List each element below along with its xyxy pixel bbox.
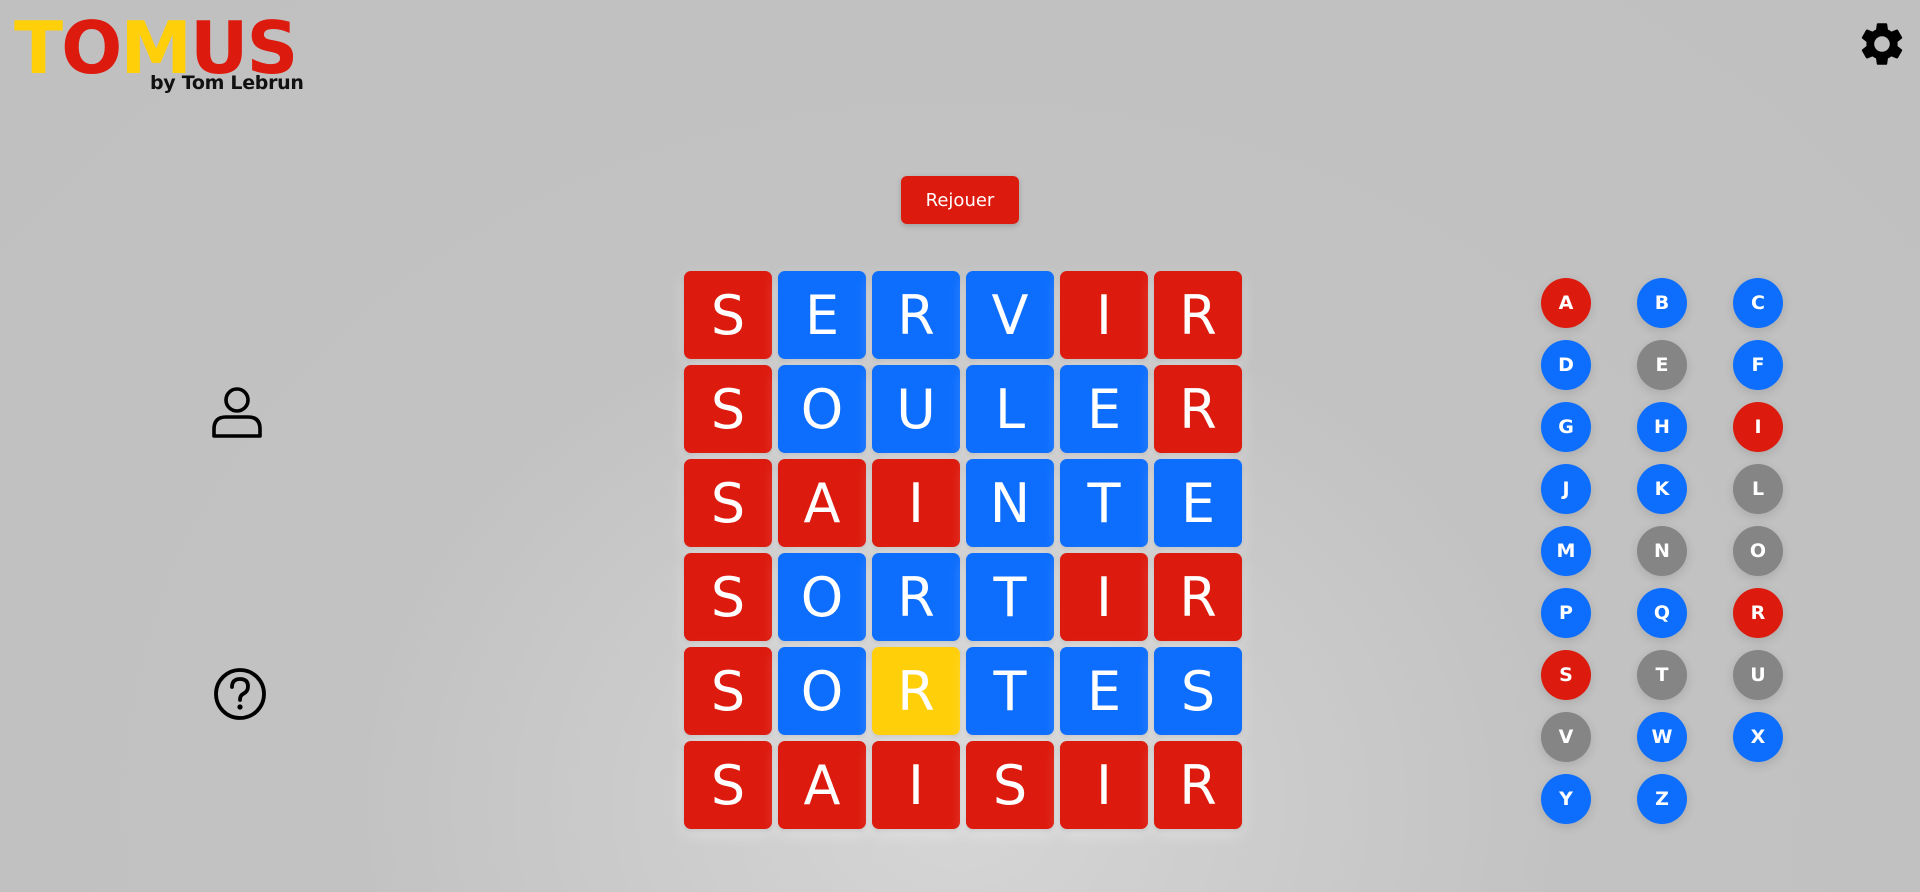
key-x[interactable]: X (1733, 712, 1783, 762)
grid-cell: R (1154, 271, 1242, 359)
key-s[interactable]: S (1541, 650, 1591, 700)
key-r[interactable]: R (1733, 588, 1783, 638)
key-n[interactable]: N (1637, 526, 1687, 576)
grid-cell: R (872, 553, 960, 641)
key-z[interactable]: Z (1637, 774, 1687, 824)
grid-cell: A (778, 741, 866, 829)
app-logo: TOMUS by Tom Lebrun (14, 6, 314, 96)
key-k[interactable]: K (1637, 464, 1687, 514)
key-w[interactable]: W (1637, 712, 1687, 762)
grid-cell: S (684, 365, 772, 453)
key-e[interactable]: E (1637, 340, 1687, 390)
grid-cell: I (872, 741, 960, 829)
key-h[interactable]: H (1637, 402, 1687, 452)
grid-cell: I (872, 459, 960, 547)
key-g[interactable]: G (1541, 402, 1591, 452)
letter-keyboard: ABC DEF GHI JKL MNO PQR STU VWX YZ (1541, 278, 1783, 824)
grid-cell: L (966, 365, 1054, 453)
grid-cell: S (684, 647, 772, 735)
replay-button[interactable]: Rejouer (901, 176, 1019, 224)
key-o[interactable]: O (1733, 526, 1783, 576)
key-f[interactable]: F (1733, 340, 1783, 390)
grid-cell: E (778, 271, 866, 359)
logo-byline: by Tom Lebrun (150, 72, 304, 94)
gear-icon[interactable] (1856, 18, 1908, 70)
word-grid: SERVIRSOULERSAINTESORTIRSORTESSAISIR (684, 271, 1242, 829)
grid-cell: S (684, 553, 772, 641)
logo-letter: T (14, 6, 63, 90)
grid-cell: O (778, 647, 866, 735)
grid-cell: S (684, 741, 772, 829)
key-q[interactable]: Q (1637, 588, 1687, 638)
key-b[interactable]: B (1637, 278, 1687, 328)
grid-cell: V (966, 271, 1054, 359)
key-v[interactable]: V (1541, 712, 1591, 762)
grid-cell: S (966, 741, 1054, 829)
grid-cell: R (872, 271, 960, 359)
key-c[interactable]: C (1733, 278, 1783, 328)
key-l[interactable]: L (1733, 464, 1783, 514)
grid-cell: S (1154, 647, 1242, 735)
help-icon[interactable] (212, 666, 268, 722)
grid-cell: T (966, 647, 1054, 735)
grid-cell: U (872, 365, 960, 453)
grid-cell: E (1154, 459, 1242, 547)
grid-cell: O (778, 365, 866, 453)
grid-cell: S (684, 459, 772, 547)
key-a[interactable]: A (1541, 278, 1591, 328)
grid-cell: A (778, 459, 866, 547)
key-p[interactable]: P (1541, 588, 1591, 638)
grid-cell: R (1154, 553, 1242, 641)
key-d[interactable]: D (1541, 340, 1591, 390)
key-u[interactable]: U (1733, 650, 1783, 700)
grid-cell: E (1060, 365, 1148, 453)
grid-cell: R (1154, 741, 1242, 829)
grid-cell: R (872, 647, 960, 735)
user-icon[interactable] (210, 385, 264, 439)
grid-cell: I (1060, 741, 1148, 829)
grid-cell: R (1154, 365, 1242, 453)
grid-cell: E (1060, 647, 1148, 735)
key-m[interactable]: M (1541, 526, 1591, 576)
grid-cell: S (684, 271, 772, 359)
key-i[interactable]: I (1733, 402, 1783, 452)
logo-letter: O (61, 6, 122, 90)
key-y[interactable]: Y (1541, 774, 1591, 824)
grid-cell: T (966, 553, 1054, 641)
grid-cell: T (1060, 459, 1148, 547)
grid-cell: N (966, 459, 1054, 547)
key-t[interactable]: T (1637, 650, 1687, 700)
grid-cell: I (1060, 553, 1148, 641)
grid-cell: I (1060, 271, 1148, 359)
grid-cell: O (778, 553, 866, 641)
key-j[interactable]: J (1541, 464, 1591, 514)
